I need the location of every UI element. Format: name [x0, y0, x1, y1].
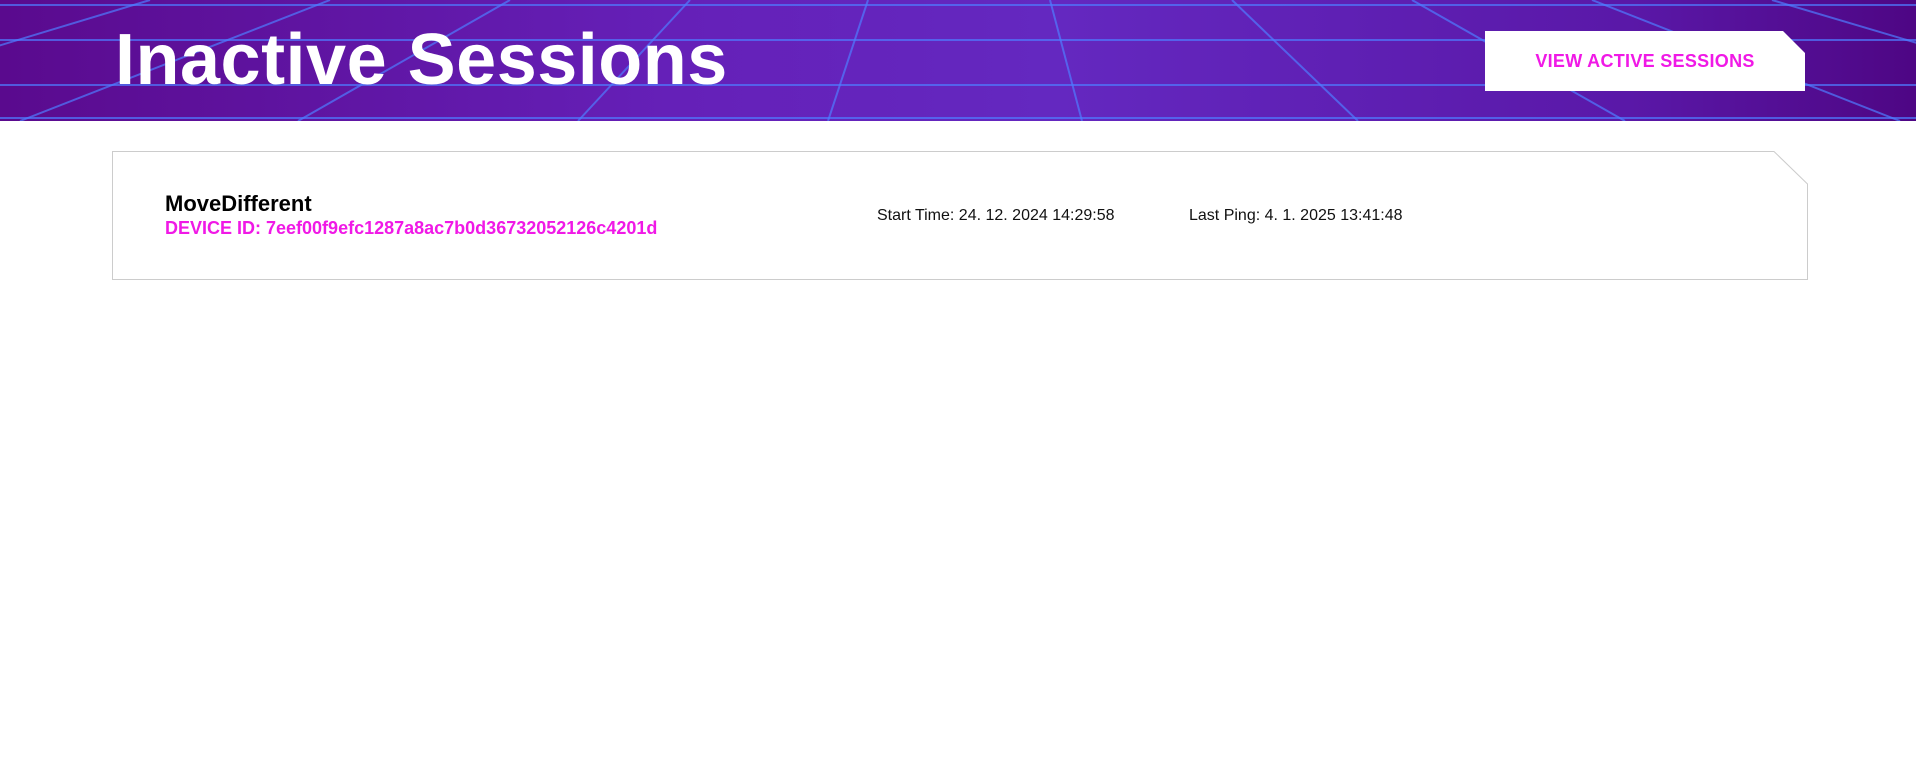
- device-id: DEVICE ID: 7eef00f9efc1287a8ac7b0d367320…: [165, 218, 658, 238]
- session-card[interactable]: MoveDifferent DEVICE ID: 7eef00f9efc1287…: [113, 152, 1807, 279]
- last-ping: Last Ping: 4. 1. 2025 13:41:48: [1189, 207, 1403, 224]
- session-name: MoveDifferent: [165, 191, 312, 216]
- start-time: Start Time: 24. 12. 2024 14:29:58: [877, 207, 1115, 224]
- page-header: Inactive Sessions VIEW ACTIVE SESSIONS: [0, 0, 1916, 121]
- page-title: Inactive Sessions: [115, 20, 728, 100]
- view-active-sessions-button[interactable]: VIEW ACTIVE SESSIONS: [1485, 31, 1805, 91]
